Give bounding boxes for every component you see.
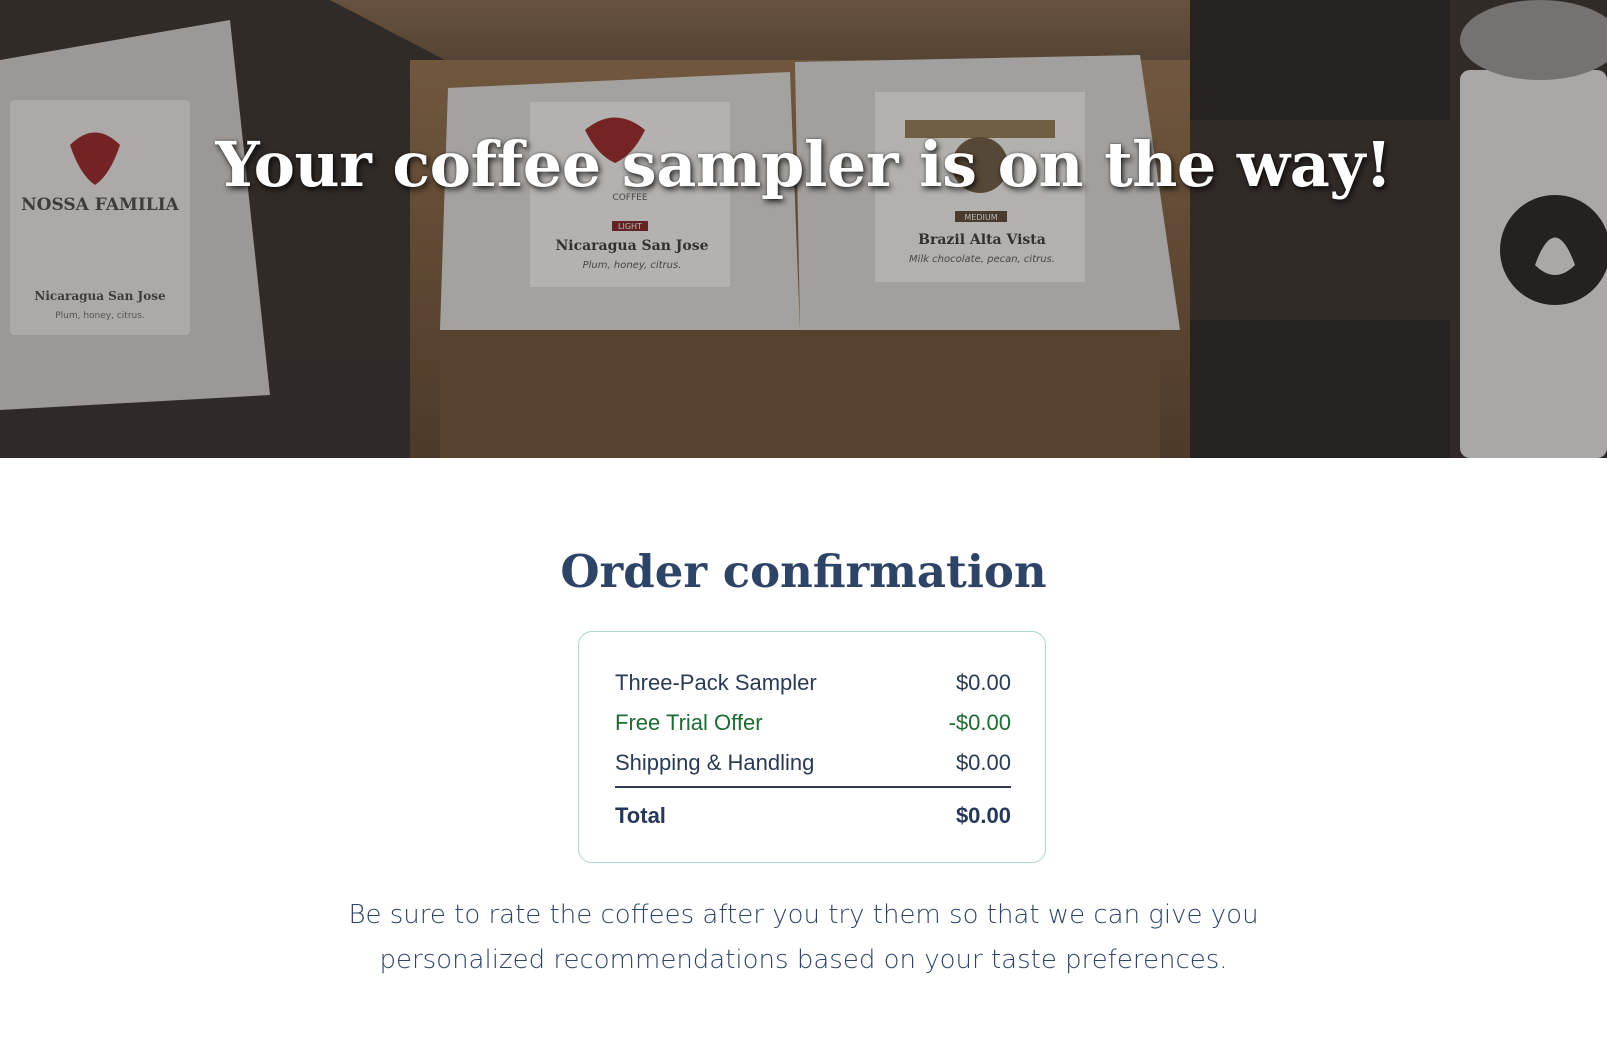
line-item-total: Total $0.00 xyxy=(615,802,1011,830)
line-item-label: Shipping & Handling xyxy=(615,750,815,775)
line-item-sampler: Three-Pack Sampler $0.00 xyxy=(615,669,1011,697)
rating-note-line-1: Be sure to rate the coffees after you tr… xyxy=(348,900,1259,930)
line-item-shipping: Shipping & Handling $0.00 xyxy=(615,749,1011,777)
line-item-label: Three-Pack Sampler xyxy=(615,670,817,695)
line-item-amount: $0.00 xyxy=(955,750,1011,775)
hero-banner: NOSSA FAMILIA Nicaragua San Jose Plum, h… xyxy=(0,0,1607,458)
hero-photo: NOSSA FAMILIA Nicaragua San Jose Plum, h… xyxy=(0,0,1607,458)
hero-title: Your coffee sampler is on the way! xyxy=(215,128,1392,201)
rating-note: Be sure to rate the coffees after you tr… xyxy=(0,893,1607,983)
rating-note-line-2: personalized recommendations based on yo… xyxy=(379,945,1228,975)
total-amount: $0.00 xyxy=(955,803,1011,828)
line-item-amount: -$0.00 xyxy=(948,710,1011,735)
line-item-free-trial: Free Trial Offer -$0.00 xyxy=(615,709,1011,737)
line-item-label: Free Trial Offer xyxy=(615,710,763,735)
total-divider xyxy=(615,786,1011,788)
order-summary-card: Three-Pack Sampler $0.00 Free Trial Offe… xyxy=(578,631,1046,863)
order-confirmation-heading: Order confirmation xyxy=(560,545,1047,598)
line-item-amount: $0.00 xyxy=(955,670,1011,695)
total-label: Total xyxy=(615,803,666,828)
